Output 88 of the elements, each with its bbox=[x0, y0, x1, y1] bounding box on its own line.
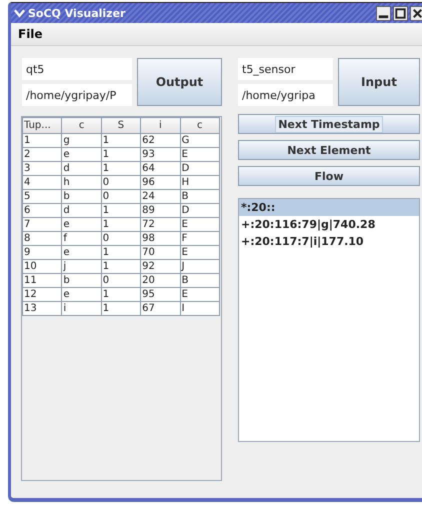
table-cell: 70 bbox=[140, 246, 180, 260]
list-item[interactable]: +:20:117:7|i|177.10 bbox=[239, 233, 419, 250]
table-cell: d bbox=[62, 204, 102, 218]
table-cell: 98 bbox=[140, 232, 180, 246]
table-cell: 6 bbox=[22, 204, 62, 218]
table-cell: 1 bbox=[101, 148, 141, 162]
table-cell: 1 bbox=[101, 218, 141, 232]
table-cell: D bbox=[180, 162, 220, 176]
table-cell: B bbox=[180, 190, 220, 204]
table-cell: 0 bbox=[101, 274, 141, 288]
list-item[interactable]: +:20:116:79|g|740.28 bbox=[239, 216, 419, 233]
table-cell: 0 bbox=[101, 176, 141, 190]
table-cell: 8 bbox=[22, 232, 62, 246]
table-cell: d bbox=[62, 162, 102, 176]
table-cell: b bbox=[62, 274, 102, 288]
minimize-icon[interactable] bbox=[376, 6, 391, 20]
table-cell: 9 bbox=[22, 246, 62, 260]
window-title: SoCQ Visualizer bbox=[28, 6, 126, 20]
table-cell: 95 bbox=[140, 288, 180, 302]
table-cell: 1 bbox=[101, 246, 141, 260]
table-cell: 1 bbox=[101, 302, 141, 316]
table-cell: 11 bbox=[22, 274, 62, 288]
table-cell: e bbox=[62, 148, 102, 162]
column-header[interactable]: S bbox=[101, 118, 141, 134]
table-cell: 1 bbox=[101, 134, 141, 148]
table-cell: j bbox=[62, 260, 102, 274]
table-cell: 0 bbox=[101, 232, 141, 246]
input-field[interactable]: /home/ygripay/P bbox=[22, 84, 132, 106]
table-cell: 10 bbox=[22, 260, 62, 274]
table-cell: 96 bbox=[140, 176, 180, 190]
table-cell: 67 bbox=[140, 302, 180, 316]
table-cell: e bbox=[62, 246, 102, 260]
table-cell: E bbox=[180, 246, 220, 260]
table-cell: h bbox=[62, 176, 102, 190]
table-cell: 20 bbox=[140, 274, 180, 288]
table-cell: F bbox=[180, 232, 220, 246]
input-field[interactable]: t5_sensor bbox=[238, 58, 333, 80]
table-cell: 7 bbox=[22, 218, 62, 232]
table-cell: 1 bbox=[22, 134, 62, 148]
table-cell: 1 bbox=[101, 162, 141, 176]
table-cell: e bbox=[62, 288, 102, 302]
column-header[interactable]: i bbox=[140, 118, 180, 134]
table-cell: 92 bbox=[140, 260, 180, 274]
input-field[interactable]: qt5 bbox=[22, 58, 132, 80]
table-cell: 13 bbox=[22, 302, 62, 316]
table-cell: E bbox=[180, 218, 220, 232]
table-cell: 2 bbox=[22, 148, 62, 162]
table-cell: D bbox=[180, 204, 220, 218]
action-button[interactable]: Next Timestamp bbox=[238, 114, 420, 134]
table-cell: 1 bbox=[101, 204, 141, 218]
table-cell: E bbox=[180, 148, 220, 162]
table-cell: 12 bbox=[22, 288, 62, 302]
maximize-icon[interactable] bbox=[393, 6, 408, 20]
table-cell: 72 bbox=[140, 218, 180, 232]
output-button[interactable]: Output bbox=[137, 58, 222, 106]
column-header[interactable]: c bbox=[62, 118, 102, 134]
table-cell: 5 bbox=[22, 190, 62, 204]
table-cell: H bbox=[180, 176, 220, 190]
table-cell: 62 bbox=[140, 134, 180, 148]
table-cell: 24 bbox=[140, 190, 180, 204]
table-cell: 1 bbox=[101, 288, 141, 302]
table-cell: B bbox=[180, 274, 220, 288]
table-cell: 1 bbox=[101, 260, 141, 274]
table-cell: g bbox=[62, 134, 102, 148]
list-item[interactable]: *:20:: bbox=[239, 199, 419, 216]
table-cell: 4 bbox=[22, 176, 62, 190]
table-cell: 0 bbox=[101, 190, 141, 204]
menu-item[interactable]: File bbox=[15, 27, 46, 41]
table-cell: G bbox=[180, 134, 220, 148]
input-button[interactable]: Input bbox=[338, 58, 420, 106]
close-icon[interactable] bbox=[410, 6, 422, 20]
column-header[interactable]: Tup... bbox=[22, 118, 62, 134]
table-cell: 89 bbox=[140, 204, 180, 218]
action-button[interactable]: Flow bbox=[238, 166, 420, 186]
table-cell: 64 bbox=[140, 162, 180, 176]
table-cell: e bbox=[62, 218, 102, 232]
action-button[interactable]: Next Element bbox=[238, 140, 420, 160]
table-cell: b bbox=[62, 190, 102, 204]
table-cell: E bbox=[180, 288, 220, 302]
table-cell: 3 bbox=[22, 162, 62, 176]
table-cell: f bbox=[62, 232, 102, 246]
column-header[interactable]: c bbox=[180, 118, 220, 134]
chevron-icon[interactable] bbox=[14, 8, 25, 18]
table-cell: 93 bbox=[140, 148, 180, 162]
table-cell: I bbox=[180, 302, 220, 316]
table-cell: J bbox=[180, 260, 220, 274]
table-cell: i bbox=[62, 302, 102, 316]
input-field[interactable]: /home/ygripa bbox=[238, 84, 333, 106]
